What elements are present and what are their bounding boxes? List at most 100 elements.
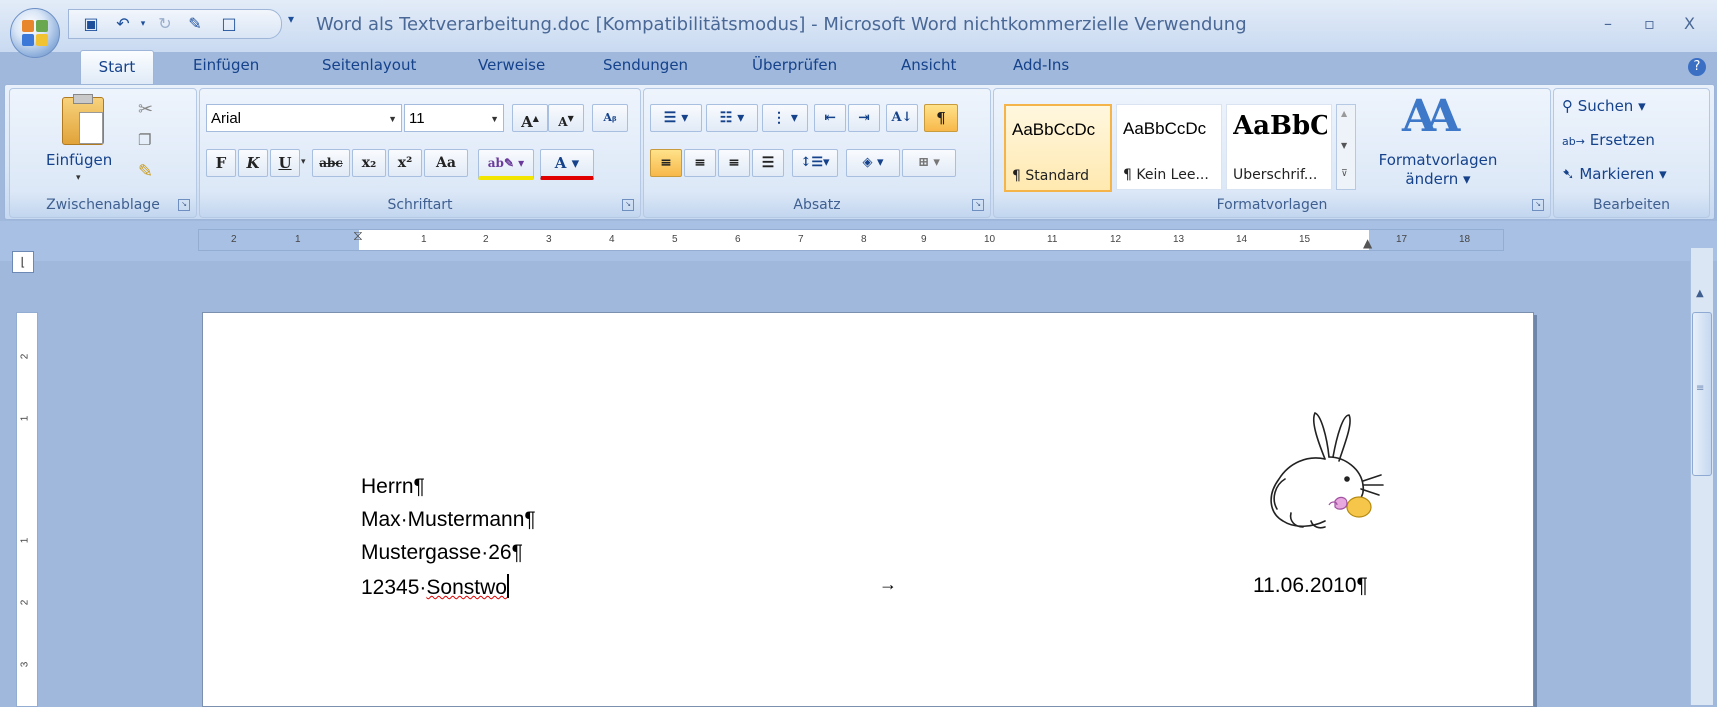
style-sample: AaBbC: [1233, 111, 1327, 141]
document-page[interactable]: Herrn¶ Max·Mustermann¶ Mustergasse·26¶ 1…: [202, 312, 1534, 707]
right-indent-marker-icon[interactable]: ▲: [1363, 236, 1372, 250]
first-line-indent-marker-icon[interactable]: ⧖: [353, 230, 363, 244]
window-title: Word als Textverarbeitung.doc [Kompatibi…: [316, 14, 1247, 35]
redo-icon[interactable]: ↻: [155, 14, 175, 34]
minimize-button[interactable]: –: [1604, 14, 1612, 33]
font-color-button[interactable]: A ▾: [540, 149, 594, 180]
ruler-tick: 1: [19, 415, 31, 422]
style-ueberschrift[interactable]: AaBbC Überschrif...: [1226, 104, 1332, 190]
undo-icon[interactable]: ↶: [113, 14, 133, 34]
tab-seitenlayout[interactable]: Seitenlayout: [322, 56, 416, 78]
underline-button[interactable]: U: [270, 149, 300, 177]
paste-dropdown-icon[interactable]: ▾: [76, 173, 81, 183]
align-right-button[interactable]: ≡: [718, 149, 750, 177]
font-group-label: Schriftart: [387, 197, 453, 213]
font-group: Arial ▼ 11 ▼ A▲ A▼ Aᵦ F K U ▾ abc x₂ x² Aa…: [199, 88, 641, 218]
ruler-tick: 2: [19, 599, 31, 606]
horizontal-ruler[interactable]: 2 1 1 2 3 4 5 6 7 8 9 10 11 12 13 14 15 …: [198, 229, 1504, 251]
scroll-up-icon[interactable]: ▲: [1696, 288, 1704, 299]
highlight-button[interactable]: ab✎ ▾: [478, 149, 534, 180]
grow-font-button[interactable]: A▲: [512, 104, 548, 132]
change-styles-icon[interactable]: AA: [1402, 91, 1460, 142]
decrease-indent-button[interactable]: ⇤: [814, 104, 846, 132]
font-name-combo[interactable]: Arial ▼: [206, 104, 402, 132]
chevron-down-icon: ▼: [490, 114, 499, 124]
close-button[interactable]: X: [1684, 14, 1695, 33]
tab-add-ins[interactable]: Add-Ins: [1013, 56, 1069, 78]
new-document-icon[interactable]: □: [219, 14, 239, 34]
grip-icon: ≡: [1696, 383, 1705, 394]
address-line-3[interactable]: Mustergasse·26¶: [361, 541, 523, 565]
font-launcher-icon[interactable]: ↘: [622, 199, 634, 211]
paste-button[interactable]: Einfügen: [46, 151, 112, 169]
address-line-4[interactable]: 12345·Sonstwo: [361, 574, 509, 600]
find-button[interactable]: ⚲ Suchen ▾: [1562, 97, 1646, 115]
strikethrough-button[interactable]: abc: [312, 149, 350, 177]
format-painter-icon[interactable]: ✎: [138, 161, 153, 182]
increase-indent-button[interactable]: ⇥: [848, 104, 880, 132]
replace-button[interactable]: ab→ Ersetzen: [1562, 131, 1655, 149]
multilevel-list-button[interactable]: ⋮ ▾: [762, 104, 808, 132]
tab-start[interactable]: Start: [80, 50, 154, 85]
underline-dropdown-icon[interactable]: ▾: [301, 157, 306, 167]
style-name: Überschrif...: [1233, 167, 1318, 183]
office-button[interactable]: [10, 8, 60, 58]
tab-ueberpruefen[interactable]: Überprüfen: [752, 56, 837, 78]
numbering-button[interactable]: ☷ ▾: [706, 104, 758, 132]
bold-button[interactable]: F: [206, 149, 236, 177]
justify-button[interactable]: ☰: [752, 149, 784, 177]
undo-dropdown-icon[interactable]: ▾: [133, 14, 153, 34]
help-icon[interactable]: ?: [1688, 58, 1706, 76]
align-left-button[interactable]: ≡: [650, 149, 682, 177]
shading-button[interactable]: ◈ ▾: [846, 149, 900, 177]
date-line[interactable]: 11.06.2010¶: [1253, 574, 1368, 598]
print-preview-icon[interactable]: ✎: [185, 14, 205, 34]
font-size-combo[interactable]: 11 ▼: [404, 104, 504, 132]
editing-group: ⚲ Suchen ▾ ab→ Ersetzen ➷ Markieren ▾ Be…: [1553, 88, 1710, 218]
style-standard[interactable]: AaBbCcDc ¶ Standard: [1004, 104, 1112, 192]
styles-scrollbar[interactable]: ▲ ▼ ⊽: [1336, 104, 1356, 190]
ruler-tick: 1: [295, 234, 301, 245]
customize-qat-icon[interactable]: ▾: [288, 12, 294, 26]
paste-icon[interactable]: [62, 94, 104, 145]
select-button[interactable]: ➷ Markieren ▾: [1562, 165, 1667, 183]
chevron-down-icon[interactable]: ▼: [1341, 141, 1347, 150]
scrollbar-thumb[interactable]: ≡: [1692, 312, 1712, 476]
bunny-clipart-image[interactable]: [1255, 409, 1399, 535]
change-case-button[interactable]: Aa: [424, 149, 468, 177]
styles-launcher-icon[interactable]: ↘: [1532, 199, 1544, 211]
tab-ansicht[interactable]: Ansicht: [901, 56, 956, 78]
style-kein-leerraum[interactable]: AaBbCcDc ¶ Kein Lee...: [1116, 104, 1222, 190]
maximize-button[interactable]: ▫: [1644, 14, 1655, 33]
ruler-margin-right: [1369, 230, 1503, 250]
superscript-button[interactable]: x²: [388, 149, 422, 177]
tab-verweise[interactable]: Verweise: [478, 56, 545, 78]
sort-button[interactable]: A↓: [886, 104, 918, 132]
paragraph-launcher-icon[interactable]: ↘: [972, 199, 984, 211]
tab-einfuegen[interactable]: Einfügen: [193, 56, 259, 78]
cut-icon[interactable]: ✂: [138, 99, 153, 120]
line-spacing-button[interactable]: ↕☰▾: [792, 149, 838, 177]
address-line-2[interactable]: Max·Mustermann¶: [361, 508, 536, 532]
align-center-button[interactable]: ≡: [684, 149, 716, 177]
tab-sendungen[interactable]: Sendungen: [603, 56, 688, 78]
clear-formatting-button[interactable]: Aᵦ: [592, 104, 628, 132]
italic-button[interactable]: K: [238, 149, 268, 177]
styles-group-label: Formatvorlagen: [1216, 197, 1328, 213]
address-line-1[interactable]: Herrn¶: [361, 475, 425, 499]
bullets-button[interactable]: ☰ ▾: [650, 104, 702, 132]
ruler-tick: 8: [861, 234, 867, 245]
show-formatting-marks-button[interactable]: ¶: [924, 104, 958, 132]
save-icon[interactable]: ▣: [81, 14, 101, 34]
copy-icon[interactable]: ❐: [138, 131, 151, 149]
shrink-font-button[interactable]: A▼: [548, 104, 584, 132]
subscript-button[interactable]: x₂: [352, 149, 386, 177]
clipboard-launcher-icon[interactable]: ↘: [178, 199, 190, 211]
ruler-margin-left: [199, 230, 359, 250]
more-styles-icon[interactable]: ⊽: [1341, 169, 1348, 179]
borders-button[interactable]: ⊞ ▾: [902, 149, 956, 177]
chevron-up-icon[interactable]: ▲: [1341, 109, 1347, 118]
tab-selector-icon[interactable]: ⌊: [12, 251, 34, 273]
vertical-ruler[interactable]: 2 1 1 2 3: [16, 312, 38, 707]
change-styles-button[interactable]: Formatvorlagen ändern ▾: [1368, 151, 1508, 189]
